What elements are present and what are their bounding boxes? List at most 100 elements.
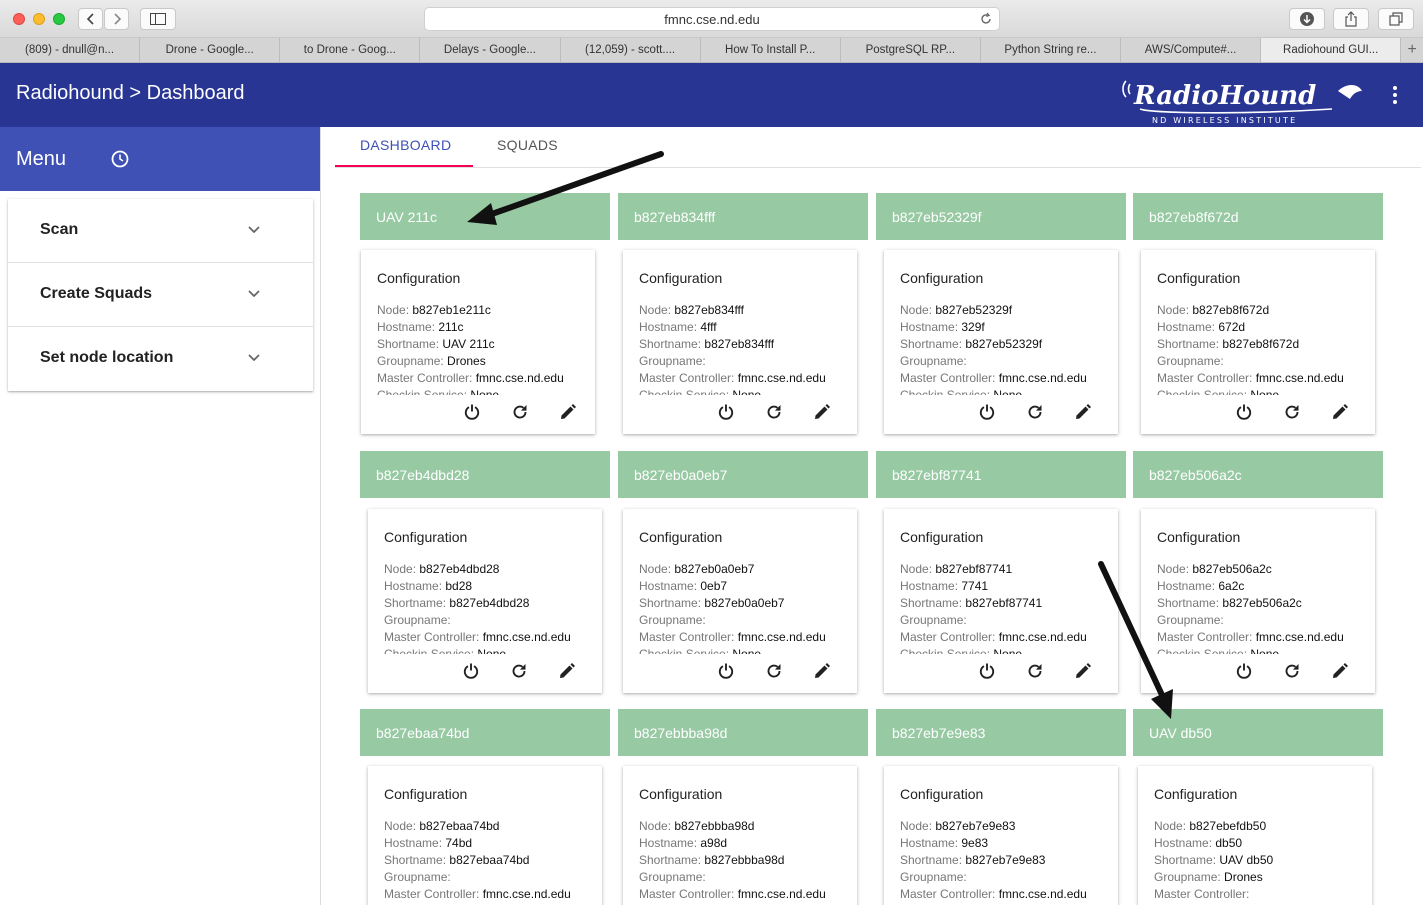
tab-squads[interactable]: SQUADS (497, 137, 558, 153)
refresh-button[interactable] (1281, 403, 1303, 425)
sidebar: Menu Scan Create Squads Set node locatio… (0, 127, 321, 905)
power-button[interactable] (715, 403, 737, 425)
downloads-button[interactable] (1289, 8, 1325, 30)
config-row-groupname: Groupname: (639, 353, 854, 370)
browser-tab[interactable]: Python String re... (981, 38, 1121, 62)
node-header-bar[interactable]: b827eb506a2c (1133, 451, 1383, 498)
config-row-hostname: Hostname: bd28 (384, 578, 599, 595)
config-row-node: Node: b827eb8f672d (1157, 302, 1372, 319)
power-icon (717, 403, 735, 426)
share-button[interactable] (1333, 8, 1369, 30)
power-button[interactable] (976, 403, 998, 425)
node-header-bar[interactable]: b827eb52329f (876, 193, 1126, 240)
sidebar-toggle-button[interactable] (140, 8, 176, 30)
browser-tab[interactable]: to Drone - Goog... (280, 38, 421, 62)
edit-pencil-button[interactable] (1329, 403, 1351, 425)
power-button[interactable] (1233, 662, 1255, 684)
tab-overview-button[interactable] (1378, 8, 1414, 30)
refresh-button[interactable] (509, 403, 531, 425)
config-fields: Node: b827eb1e211c Hostname: 211c Shortnam… (377, 302, 592, 395)
config-row-checkin: Checkin Service: None (1157, 646, 1372, 654)
config-row-master: Master Controller: fmnc.cse.nd.edu (639, 370, 854, 387)
node-header-bar[interactable]: b827eb4dbd28 (360, 451, 610, 498)
window-zoom-button[interactable] (53, 13, 65, 25)
field-label: Master Controller: (384, 887, 480, 901)
browser-tab[interactable]: Drone - Google... (140, 38, 281, 62)
share-icon (1345, 11, 1357, 27)
node-header-bar[interactable]: b827eb8f672d (1133, 193, 1383, 240)
config-row-node: Node: b827ebf87741 (900, 561, 1115, 578)
refresh-button[interactable] (1281, 662, 1303, 684)
config-row-hostname: Hostname: 0eb7 (639, 578, 854, 595)
config-row-shortname: Shortname: b827eb0a0eb7 (639, 595, 854, 612)
svg-text:ND WIRELESS INSTITUTE: ND WIRELESS INSTITUTE (1152, 116, 1297, 125)
forward-button[interactable] (104, 8, 129, 30)
window-minimize-button[interactable] (33, 13, 45, 25)
refresh-button[interactable] (763, 662, 785, 684)
refresh-button[interactable] (763, 403, 785, 425)
browser-tab[interactable]: AWS/Compute#... (1121, 38, 1262, 62)
edit-pencil-icon (813, 403, 831, 426)
panel-create-squads[interactable]: Create Squads (8, 263, 313, 327)
field-value: b827ebbba98d (704, 853, 785, 867)
edit-pencil-button[interactable] (1072, 662, 1094, 684)
edit-pencil-button[interactable] (811, 662, 833, 684)
power-button[interactable] (976, 662, 998, 684)
new-tab-button[interactable]: + (1401, 38, 1423, 62)
config-row-node: Node: b827ebaa74bd (384, 818, 599, 835)
field-value: b827eb4dbd28 (419, 562, 500, 576)
edit-pencil-button[interactable] (811, 403, 833, 425)
field-label: Checkin Service: (1157, 388, 1248, 395)
field-value: fmnc.cse.nd.edu (1255, 371, 1344, 385)
node-header-bar[interactable]: b827eb7e9e83 (876, 709, 1126, 756)
node-header-bar[interactable]: b827ebaa74bd (360, 709, 610, 756)
browser-tab[interactable]: PostgreSQL RP... (841, 38, 981, 62)
node-header-bar[interactable]: b827ebf87741 (876, 451, 1126, 498)
config-fields: Node: b827eb7e9e83 Hostname: 9e83 Shortnam… (900, 818, 1115, 905)
power-button[interactable] (715, 662, 737, 684)
browser-tab[interactable]: (809) - dnull@n... (0, 38, 141, 62)
power-button[interactable] (460, 662, 482, 684)
address-bar[interactable]: fmnc.cse.nd.edu (424, 7, 1000, 31)
history-clock-icon[interactable] (110, 149, 130, 169)
field-label: Master Controller: (639, 630, 735, 644)
window-close-button[interactable] (13, 13, 25, 25)
config-row-hostname: Hostname: db50 (1154, 835, 1369, 852)
power-button[interactable] (1233, 403, 1255, 425)
node-header-bar[interactable]: UAV 211c (360, 193, 610, 240)
edit-pencil-button[interactable] (1072, 403, 1094, 425)
edit-pencil-button[interactable] (1329, 662, 1351, 684)
field-value: a98d (700, 836, 728, 850)
field-value: 9e83 (961, 836, 989, 850)
node-header-bar[interactable]: b827eb0a0eb7 (618, 451, 868, 498)
more-vert-icon[interactable] (1386, 83, 1404, 107)
field-label: Groupname: (900, 613, 967, 627)
field-value: UAV 211c (442, 337, 495, 351)
config-row-checkin: Checkin Service: None (900, 387, 1115, 395)
config-row-node: Node: b827eb1e211c (377, 302, 592, 319)
panel-scan[interactable]: Scan (8, 199, 313, 263)
browser-tab[interactable]: Delays - Google... (420, 38, 561, 62)
panel-set-node-location[interactable]: Set node location (8, 327, 313, 391)
node-header-bar[interactable]: b827ebbba98d (618, 709, 868, 756)
browser-tab[interactable]: How To Install P... (701, 38, 841, 62)
refresh-button[interactable] (1024, 403, 1046, 425)
tab-dashboard[interactable]: DASHBOARD (360, 137, 451, 153)
browser-tab[interactable]: Radiohound GUI... (1261, 38, 1402, 62)
edit-pencil-button[interactable] (556, 662, 578, 684)
browser-tab[interactable]: (12,059) - scott.... (561, 38, 701, 62)
edit-pencil-button[interactable] (557, 403, 579, 425)
field-value: 329f (961, 320, 985, 334)
reload-icon[interactable] (979, 12, 993, 26)
refresh-button[interactable] (508, 662, 530, 684)
config-row-master: Master Controller: fmnc.cse.nd.edu (639, 629, 854, 646)
node-header-bar[interactable]: b827eb834fff (618, 193, 868, 240)
power-icon (978, 662, 996, 685)
field-value: b827eb0a0eb7 (674, 562, 755, 576)
refresh-button[interactable] (1024, 662, 1046, 684)
back-button[interactable] (78, 8, 103, 30)
node-header-bar[interactable]: UAV db50 (1133, 709, 1383, 756)
power-button[interactable] (461, 403, 483, 425)
field-value: fmnc.cse.nd.edu (737, 371, 826, 385)
field-label: Master Controller: (639, 371, 735, 385)
